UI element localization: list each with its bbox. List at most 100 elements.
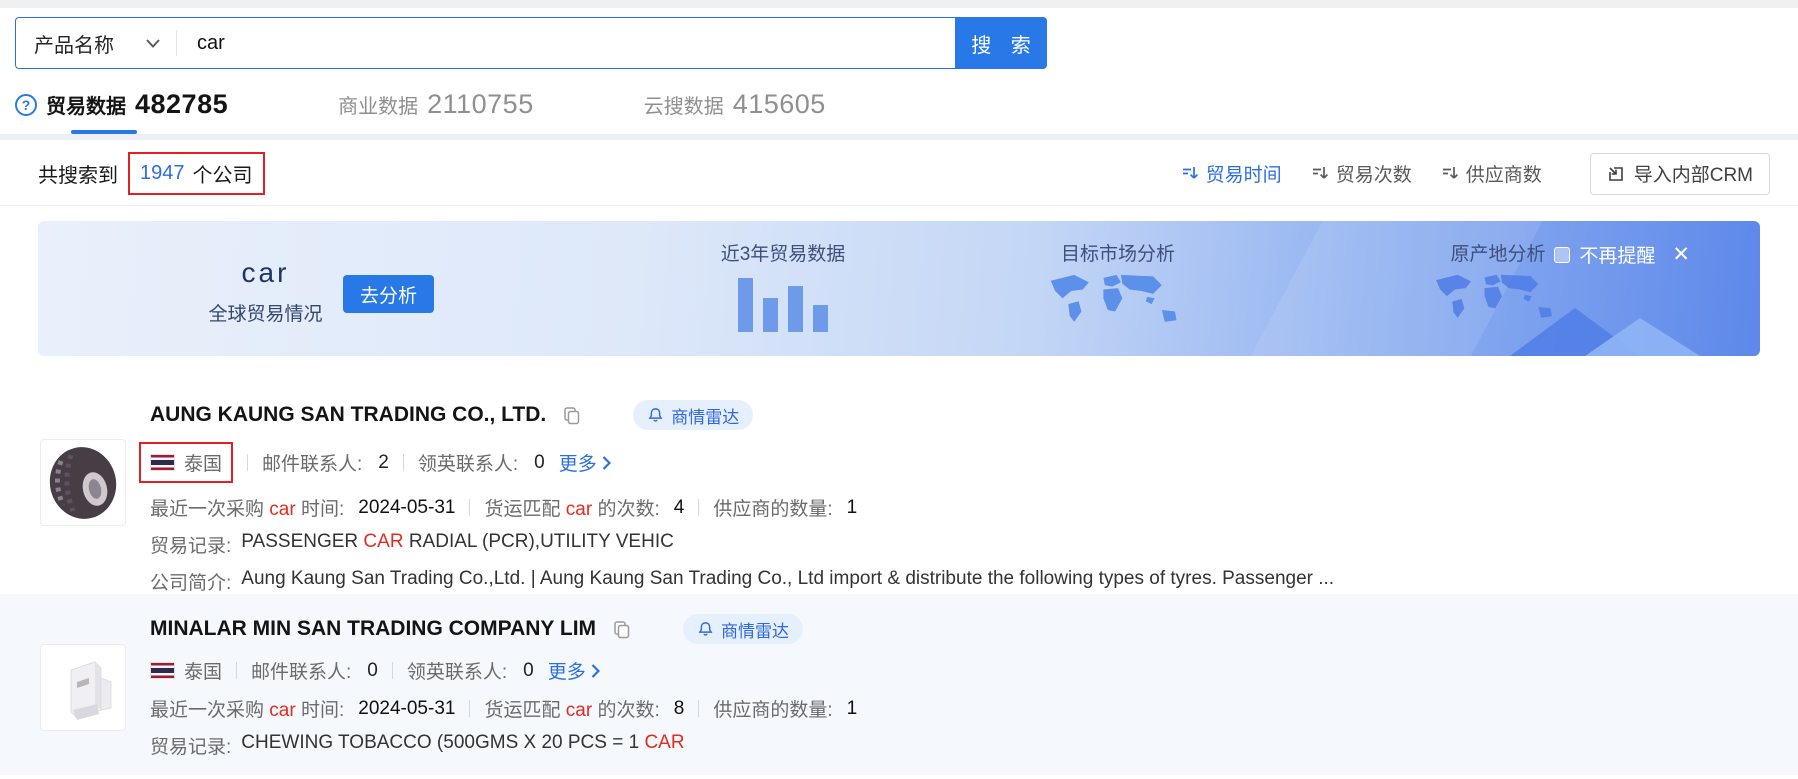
company-title-row: MINALAR MIN SAN TRADING COMPANY LIM 商情雷达 <box>150 594 1798 644</box>
product-thumbnail[interactable] <box>40 644 126 731</box>
tab-label: 商业数据 <box>338 90 418 119</box>
tab-count: 482785 <box>135 89 228 120</box>
divider <box>698 499 699 516</box>
close-icon[interactable]: ✕ <box>1672 244 1690 265</box>
tab-cloud-search-data[interactable]: 云搜数据 415605 <box>644 89 826 134</box>
thailand-flag-icon <box>150 662 175 679</box>
freight-label: 货运匹配 car 的次数: <box>484 695 659 722</box>
tire-image <box>43 443 123 523</box>
sort-label: 供应商数 <box>1466 160 1542 187</box>
chevron-right-icon <box>591 664 600 678</box>
dismiss-checkbox[interactable] <box>1554 247 1570 263</box>
sort-trade-count[interactable]: 贸易次数 <box>1312 160 1412 187</box>
import-crm-label: 导入内部CRM <box>1634 160 1753 187</box>
search-button[interactable]: 搜 索 <box>955 17 1047 69</box>
more-label: 更多 <box>548 657 586 684</box>
sort-label: 贸易次数 <box>1336 160 1412 187</box>
sort-icon <box>1442 165 1459 182</box>
sort-supplier-count[interactable]: 供应商数 <box>1442 160 1542 187</box>
supplier-count-value: 1 <box>847 698 858 720</box>
divider <box>469 499 470 516</box>
tab-count: 415605 <box>733 89 826 120</box>
company-result-row: MINALAR MIN SAN TRADING COMPANY LIM 商情雷达… <box>0 594 1798 775</box>
target-market-section: 目标市场分析 <box>1023 239 1213 353</box>
data-source-tabs: ? 贸易数据 482785 商业数据 2110755 云搜数据 415605 <box>15 89 1798 134</box>
purchase-date-value: 2024-05-31 <box>358 698 455 720</box>
copy-icon[interactable] <box>612 620 631 639</box>
trade-chart-section: 近3年贸易数据 <box>698 239 868 332</box>
more-link[interactable]: 更多 <box>559 449 611 476</box>
bar <box>763 298 778 332</box>
business-radar-badge[interactable]: 商情雷达 <box>683 614 803 644</box>
company-intro-row: 公司简介: Aung Kaung San Trading Co.,Ltd. | … <box>150 568 1798 595</box>
chevron-right-icon <box>602 456 611 470</box>
tab-label: 贸易数据 <box>46 90 126 119</box>
sort-trade-time[interactable]: 贸易时间 <box>1182 160 1282 187</box>
sort-icon <box>1312 165 1329 182</box>
email-contacts-value: 0 <box>367 660 378 682</box>
radar-bell-icon <box>697 621 714 638</box>
company-title-row: AUNG KAUNG SAN TRADING CO., LTD. 商情雷达 <box>150 356 1798 430</box>
linkedin-contacts-label: 领英联系人: <box>418 449 518 476</box>
business-radar-badge[interactable]: 商情雷达 <box>633 400 753 430</box>
banner-keyword-block: car 全球贸易情况 <box>198 257 333 326</box>
tab-label: 云搜数据 <box>644 90 724 119</box>
divider <box>247 454 248 471</box>
sort-icon <box>1182 165 1199 182</box>
keyword-highlight: car <box>566 499 592 520</box>
email-contacts-label: 邮件联系人: <box>262 449 362 476</box>
thailand-flag-icon <box>150 454 175 471</box>
bar <box>813 305 828 332</box>
purchase-label: 最近一次采购 car 时间: <box>150 695 344 722</box>
search-category-label: 产品名称 <box>34 29 114 58</box>
company-meta-row: 泰国 邮件联系人: 2 领英联系人: 0 更多 <box>150 442 1798 483</box>
product-thumbnail[interactable] <box>40 439 126 526</box>
badge-label: 商情雷达 <box>721 617 789 642</box>
divider <box>469 700 470 717</box>
results-count-annotation-box: 1947 个公司 <box>128 152 265 195</box>
trade-record-label: 贸易记录: <box>150 732 231 759</box>
search-bar: 产品名称 搜 索 <box>15 17 1047 69</box>
company-intro-content: Aung Kaung San Trading Co.,Ltd. | Aung K… <box>241 568 1334 595</box>
linkedin-contacts-label: 领英联系人: <box>407 657 507 684</box>
supplier-label: 供应商的数量: <box>713 695 832 722</box>
trade-record-content: CHEWING TOBACCO (500GMS X 20 PCS = 1 CAR <box>241 732 684 759</box>
country-label: 泰国 <box>184 657 222 684</box>
tab-trade-data[interactable]: ? 贸易数据 482785 <box>15 89 228 134</box>
keyword-highlight: car <box>566 700 592 721</box>
linkedin-contacts-value: 0 <box>523 660 534 682</box>
keyword-highlight: CAR <box>644 732 684 753</box>
divider <box>403 454 404 471</box>
banner-keyword: car <box>198 257 333 289</box>
search-input[interactable] <box>177 32 955 55</box>
more-link[interactable]: 更多 <box>548 657 600 684</box>
company-name[interactable]: MINALAR MIN SAN TRADING COMPANY LIM <box>150 617 596 641</box>
company-name[interactable]: AUNG KAUNG SAN TRADING CO., LTD. <box>150 403 546 427</box>
country-group: 泰国 <box>150 657 222 684</box>
country-annotation-box: 泰国 <box>139 442 233 483</box>
copy-icon[interactable] <box>562 406 581 425</box>
trade-record-label: 贸易记录: <box>150 531 231 558</box>
purchase-label: 最近一次采购 car 时间: <box>150 494 344 521</box>
search-header: 产品名称 搜 索 ? 贸易数据 482785 商业数据 2110755 云搜数据… <box>0 8 1798 134</box>
import-crm-button[interactable]: 导入内部CRM <box>1590 153 1770 195</box>
banner-subtitle: 全球贸易情况 <box>198 299 333 326</box>
divider <box>0 205 1798 206</box>
sort-controls: 贸易时间 贸易次数 供应商数 导入内部CRM <box>1182 153 1770 195</box>
chevron-down-icon <box>146 39 160 48</box>
sort-label: 贸易时间 <box>1206 160 1282 187</box>
search-box: 产品名称 <box>15 17 955 69</box>
more-label: 更多 <box>559 449 597 476</box>
email-contacts-label: 邮件联系人: <box>251 657 351 684</box>
purchase-date-value: 2024-05-31 <box>358 497 455 519</box>
results-panel: 共搜索到 1947 个公司 贸易时间 贸易次数 供应商数 导入内部CRM <box>0 134 1798 775</box>
banner-bar-chart <box>698 274 868 332</box>
analyze-button[interactable]: 去分析 <box>343 275 434 313</box>
help-question-icon[interactable]: ? <box>15 94 37 116</box>
company-intro-label: 公司简介: <box>150 568 231 595</box>
keyword-highlight: car <box>269 700 295 721</box>
company-stats-row: 最近一次采购 car 时间: 2024-05-31 货运匹配 car 的次数: … <box>150 695 1798 722</box>
search-category-select[interactable]: 产品名称 <box>16 29 176 58</box>
tab-business-data[interactable]: 商业数据 2110755 <box>338 89 534 134</box>
freight-label: 货运匹配 car 的次数: <box>484 494 659 521</box>
